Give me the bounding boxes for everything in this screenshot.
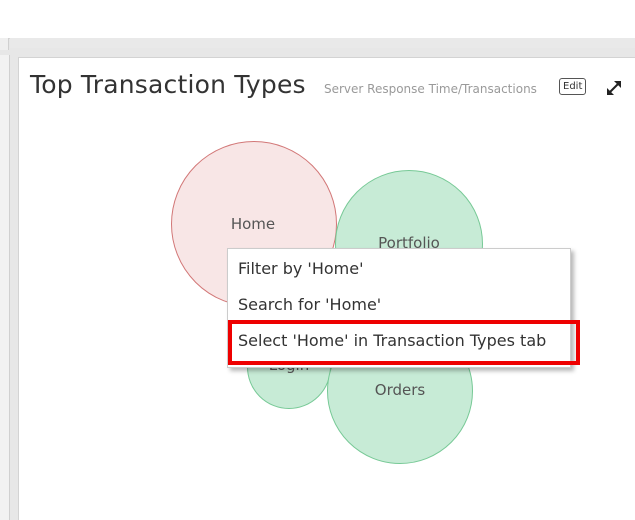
panel-divider (10, 38, 635, 48)
widget-subtitle: Server Response Time/Transactions (324, 82, 537, 96)
expand-icon[interactable] (604, 78, 624, 98)
context-menu: Filter by 'Home' Search for 'Home' Selec… (227, 248, 571, 368)
menu-item-filter-by-home[interactable]: Filter by 'Home' (238, 259, 363, 278)
left-panel-edge (0, 38, 9, 50)
menu-item-select-home-in-transaction-types-tab[interactable]: Select 'Home' in Transaction Types tab (238, 331, 546, 350)
left-panel-edge (0, 55, 10, 520)
edit-button[interactable]: Edit (559, 78, 587, 95)
top-panel (0, 0, 635, 39)
screen: Top Transaction Types Server Response Ti… (0, 0, 635, 520)
bubble-label-orders: Orders (374, 381, 426, 399)
bubble-label-home: Home (230, 215, 276, 233)
menu-item-search-for-home[interactable]: Search for 'Home' (238, 295, 381, 314)
widget-title: Top Transaction Types (30, 70, 306, 99)
